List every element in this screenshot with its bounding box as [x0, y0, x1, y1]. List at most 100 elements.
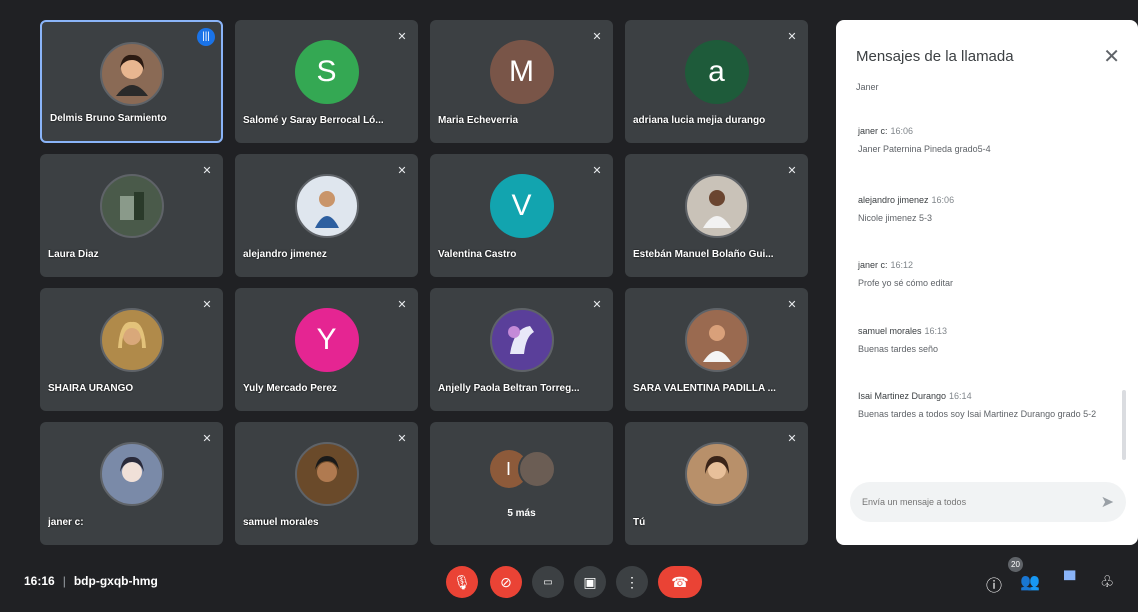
- current-time: 16:16: [24, 574, 55, 588]
- more-vert-icon: ⋮: [625, 573, 639, 590]
- camera-toggle-button[interactable]: ⊘: [490, 566, 522, 598]
- mic-off-icon: ✕: [202, 165, 212, 177]
- present-button[interactable]: ▣: [574, 566, 606, 598]
- mic-off-icon: ✕: [787, 433, 797, 445]
- participant-avatar: S: [294, 40, 359, 104]
- participant-tile[interactable]: ✕ Estebán Manuel Bolaño Gui...: [625, 154, 808, 277]
- chat-message: janer c: 16:06 Janer Paternina Pineda gra…: [858, 126, 1128, 158]
- bottom-bar: 16:16 | bdp-gxqb-hmg 🎙 ⊘ ▭ ▣ ⋮ ☎ ⓘ 👥 ▀ ♧ 2…: [0, 548, 1138, 612]
- meeting-code: bdp-gxqb-hmg: [73, 574, 158, 588]
- message-time: 16:14: [949, 391, 972, 401]
- participant-name: samuel morales: [243, 517, 319, 528]
- message-text: Buenas tardes seño: [858, 344, 939, 354]
- more-participants-label: 5 más: [507, 508, 536, 519]
- participant-name: Yuly Mercado Perez: [243, 383, 337, 394]
- hang-up-icon: ☎: [671, 573, 689, 590]
- meeting-info: 16:16 | bdp-gxqb-hmg: [24, 574, 158, 588]
- people-icon[interactable]: 👥: [1020, 572, 1040, 592]
- divider: |: [62, 574, 66, 588]
- participant-tile[interactable]: M ✕ Maria Echeverria: [430, 20, 613, 143]
- participant-avatar: V: [489, 174, 554, 238]
- message-time: 16:12: [890, 260, 914, 270]
- message-time: 16:13: [924, 326, 948, 336]
- mic-toggle-button[interactable]: 🎙: [446, 566, 478, 598]
- participant-avatar: [99, 308, 164, 372]
- mic-off-icon: ✕: [397, 299, 407, 311]
- message-text: Profe yo sé cómo editar: [858, 278, 954, 288]
- chat-icon[interactable]: ▀: [1064, 572, 1075, 590]
- participant-avatar: [684, 442, 749, 506]
- participant-grid: ||| Delmis Bruno Sarmiento S ✕ Salomé y …: [40, 20, 818, 545]
- participant-name: janer c:: [48, 517, 84, 528]
- participant-name: adriana lucia mejia durango: [633, 115, 766, 126]
- participant-tile[interactable]: V ✕ Valentina Castro: [430, 154, 613, 277]
- message-time: 16:06: [931, 195, 955, 205]
- participant-tile[interactable]: ||| Delmis Bruno Sarmiento: [40, 20, 223, 143]
- chat-message: samuel morales 16:13 Buenas tardes seño: [858, 326, 1128, 358]
- mic-off-icon: ✕: [787, 299, 797, 311]
- participant-tile[interactable]: Y ✕ Yuly Mercado Perez: [235, 288, 418, 411]
- participant-tile[interactable]: ✕ Laura Diaz: [40, 154, 223, 277]
- participant-tile[interactable]: ✕ SARA VALENTINA PADILLA ...: [625, 288, 808, 411]
- participant-tile[interactable]: ✕ janer c:: [40, 422, 223, 545]
- participant-tile[interactable]: ✕ samuel morales: [235, 422, 418, 545]
- participant-name: Valentina Castro: [438, 249, 517, 260]
- mic-off-icon: ✕: [397, 31, 407, 43]
- participant-name: Anjelly Paola Beltran Torreg...: [438, 383, 580, 394]
- participant-tile[interactable]: S ✕ Salomé y Saray Berrocal Ló...: [235, 20, 418, 143]
- chat-scrollbar[interactable]: [1122, 390, 1126, 460]
- chat-title: Mensajes de la llamada: [856, 48, 1014, 65]
- activities-icon[interactable]: ♧: [1100, 572, 1114, 592]
- chat-message: Isai Martinez Durango 16:14 Buenas tardes…: [858, 391, 1128, 423]
- message-sender: Isai Martinez Durango: [858, 391, 947, 401]
- captions-button[interactable]: ▭: [532, 566, 564, 598]
- participant-name: Tú: [633, 517, 646, 528]
- participant-avatar: [294, 442, 359, 506]
- participant-tile[interactable]: a ✕ adriana lucia mejia durango: [625, 20, 808, 143]
- participant-tile[interactable]: ✕ SHAIRA URANGO: [40, 288, 223, 411]
- chat-input[interactable]: [862, 492, 1082, 512]
- message-sender: samuel morales: [858, 326, 922, 336]
- participant-name: Estebán Manuel Bolaño Gui...: [633, 249, 774, 260]
- participant-name: Delmis Bruno Sarmiento: [50, 113, 167, 124]
- participant-avatar: [684, 308, 749, 372]
- participant-name: SARA VALENTINA PADILLA ...: [633, 383, 776, 394]
- mic-off-icon: ✕: [202, 299, 212, 311]
- more-options-button[interactable]: ⋮: [616, 566, 648, 598]
- message-sender: janer c:: [858, 260, 888, 270]
- participant-name: alejandro jimenez: [243, 249, 327, 260]
- message-time: 16:06: [890, 126, 914, 136]
- participant-avatar: [684, 174, 749, 238]
- participant-name: SHAIRA URANGO: [48, 383, 134, 394]
- chat-message-partial: Janer: [856, 82, 879, 92]
- mic-off-icon: ✕: [397, 433, 407, 445]
- mic-off-icon: ✕: [202, 433, 212, 445]
- participant-avatar: M: [489, 40, 554, 104]
- send-icon[interactable]: ➤: [1101, 492, 1114, 512]
- participant-avatar: [99, 442, 164, 506]
- more-participants-tile[interactable]: I 5 más: [430, 422, 613, 545]
- participant-avatar: [517, 450, 556, 488]
- mic-off-icon: ✕: [592, 31, 602, 43]
- info-icon[interactable]: ⓘ: [986, 572, 1002, 596]
- message-text: Nicole jimenez 5-3: [858, 213, 933, 223]
- speaking-indicator-icon: |||: [197, 28, 215, 46]
- message-sender: alejandro jimenez: [858, 195, 929, 205]
- participant-count-badge: 20: [1008, 557, 1023, 572]
- participant-avatar: [294, 174, 359, 238]
- mic-off-icon: 🎙: [453, 573, 471, 590]
- participant-avatar: Y: [294, 308, 359, 372]
- chat-input-box: ➤: [850, 482, 1126, 522]
- close-icon[interactable]: ✕: [1103, 44, 1120, 69]
- participant-tile[interactable]: ✕ alejandro jimenez: [235, 154, 418, 277]
- chat-message: alejandro jimenez 16:06 Nicole jimenez 5-…: [858, 195, 1128, 227]
- mic-off-icon: ✕: [787, 165, 797, 177]
- message-text: Buenas tardes a todos soy Isai Martinez …: [858, 409, 1097, 419]
- chat-panel: Mensajes de la llamada ✕ Janer janer c: 1…: [836, 20, 1138, 545]
- participant-name: Maria Echeverria: [438, 115, 519, 126]
- leave-call-button[interactable]: ☎: [658, 566, 702, 598]
- more-participants-avatars: I: [482, 448, 562, 492]
- self-tile[interactable]: ✕ Tú: [625, 422, 808, 545]
- mic-off-icon: ✕: [787, 31, 797, 43]
- participant-tile[interactable]: ✕ Anjelly Paola Beltran Torreg...: [430, 288, 613, 411]
